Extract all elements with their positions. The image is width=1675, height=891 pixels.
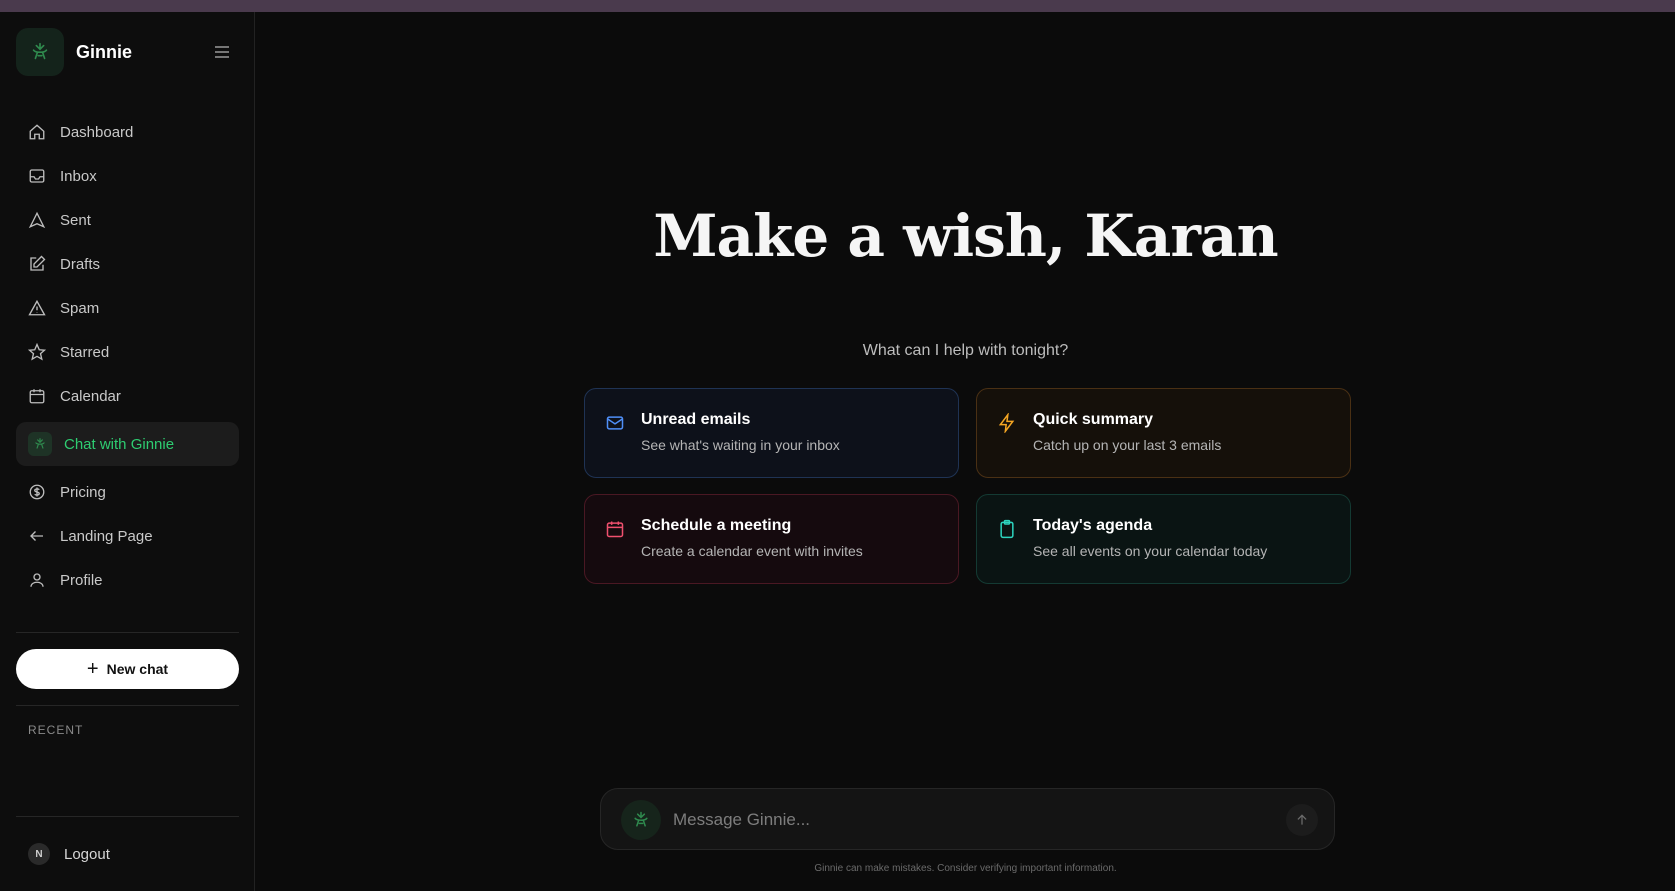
brand-name: Ginnie — [76, 41, 133, 62]
sidebar-item-chat-with-ginnie[interactable]: Chat with Ginnie — [16, 422, 239, 466]
sidebar-item-calendar[interactable]: Calendar — [16, 378, 239, 414]
suggestion-card-schedule-meeting[interactable]: Schedule a meeting Create a calendar eve… — [584, 494, 959, 584]
card-description: Catch up on your last 3 emails — [1033, 437, 1222, 453]
sidebar-item-label: Chat with Ginnie — [64, 435, 175, 453]
suggestion-card-quick-summary[interactable]: Quick summary Catch up on your last 3 em… — [976, 388, 1351, 478]
user-icon — [28, 571, 46, 589]
card-title: Unread emails — [641, 411, 751, 428]
sidebar: Ginnie Dashboard Inbox Sent Drafts Spam … — [0, 12, 255, 891]
edit-icon — [28, 255, 46, 273]
sidebar-item-spam[interactable]: Spam — [16, 290, 239, 326]
brand: Ginnie — [16, 28, 240, 76]
sidebar-nav: Dashboard Inbox Sent Drafts Spam Starred… — [16, 114, 239, 606]
card-description: See all events on your calendar today — [1033, 543, 1268, 559]
new-chat-button[interactable]: + New chat — [16, 649, 239, 689]
message-input[interactable] — [673, 805, 1233, 835]
sidebar-item-label: Starred — [60, 343, 110, 361]
card-title: Quick summary — [1033, 411, 1154, 428]
card-description: Create a calendar event with invites — [641, 543, 863, 559]
card-description: See what's waiting in your inbox — [641, 437, 840, 453]
sidebar-item-label: Spam — [60, 299, 100, 317]
sidebar-divider — [16, 705, 239, 706]
lightning-icon — [998, 413, 1015, 433]
sidebar-item-label: Calendar — [60, 387, 121, 405]
sidebar-item-landing-page[interactable]: Landing Page — [16, 518, 239, 554]
sidebar-item-label: Profile — [60, 571, 103, 589]
recent-section-label: RECENT — [28, 723, 84, 737]
sidebar-item-inbox[interactable]: Inbox — [16, 158, 239, 194]
ginnie-logo-icon — [28, 432, 52, 456]
ginnie-logo-icon — [16, 28, 64, 76]
new-chat-label: New chat — [106, 661, 169, 677]
plus-icon: + — [86, 658, 99, 680]
arrow-up-icon — [1297, 814, 1307, 825]
disclaimer: Ginnie can make mistakes. Consider verif… — [814, 863, 1117, 874]
message-composer — [600, 788, 1335, 850]
inbox-icon — [28, 167, 46, 185]
sidebar-divider — [16, 632, 239, 633]
sidebar-item-label: Landing Page — [60, 527, 153, 545]
clipboard-icon — [1000, 519, 1014, 539]
sidebar-item-pricing[interactable]: Pricing — [16, 474, 239, 510]
warning-icon — [28, 299, 46, 317]
sidebar-item-label: Sent — [60, 211, 91, 229]
star-icon — [28, 343, 46, 361]
suggestion-card-todays-agenda[interactable]: Today's agenda See all events on your ca… — [976, 494, 1351, 584]
sidebar-item-sent[interactable]: Sent — [16, 202, 239, 238]
page-title: Make a wish, Karan — [653, 202, 1278, 270]
sidebar-divider — [16, 816, 239, 817]
hamburger-icon — [215, 46, 229, 58]
sidebar-item-drafts[interactable]: Drafts — [16, 246, 239, 282]
logout-button[interactable]: N Logout — [28, 843, 110, 865]
sidebar-item-label: Inbox — [60, 167, 97, 185]
sidebar-item-label: Drafts — [60, 255, 101, 273]
card-title: Today's agenda — [1033, 517, 1153, 534]
logout-label: Logout — [64, 845, 110, 863]
page-subtitle: What can I help with tonight? — [862, 342, 1069, 359]
sidebar-item-profile[interactable]: Profile — [16, 562, 239, 598]
suggestion-card-unread-emails[interactable]: Unread emails See what's waiting in your… — [584, 388, 959, 478]
send-icon — [28, 211, 46, 229]
mail-icon — [606, 416, 624, 430]
dollar-icon — [28, 483, 46, 501]
home-icon — [28, 123, 46, 141]
calendar-icon — [28, 387, 46, 405]
chat-main: Make a wish, Karan What can I help with … — [256, 12, 1675, 891]
send-button[interactable] — [1286, 804, 1318, 836]
calendar-icon — [606, 521, 624, 538]
sidebar-item-starred[interactable]: Starred — [16, 334, 239, 370]
window-top-bar — [0, 0, 1675, 12]
sidebar-item-dashboard[interactable]: Dashboard — [16, 114, 239, 150]
sidebar-item-label: Dashboard — [60, 123, 134, 141]
menu-toggle-button[interactable] — [212, 42, 232, 62]
avatar: N — [28, 843, 50, 865]
sidebar-item-label: Pricing — [60, 483, 106, 501]
arrow-left-icon — [28, 527, 46, 545]
ginnie-logo-icon — [621, 800, 661, 840]
card-title: Schedule a meeting — [641, 517, 792, 534]
